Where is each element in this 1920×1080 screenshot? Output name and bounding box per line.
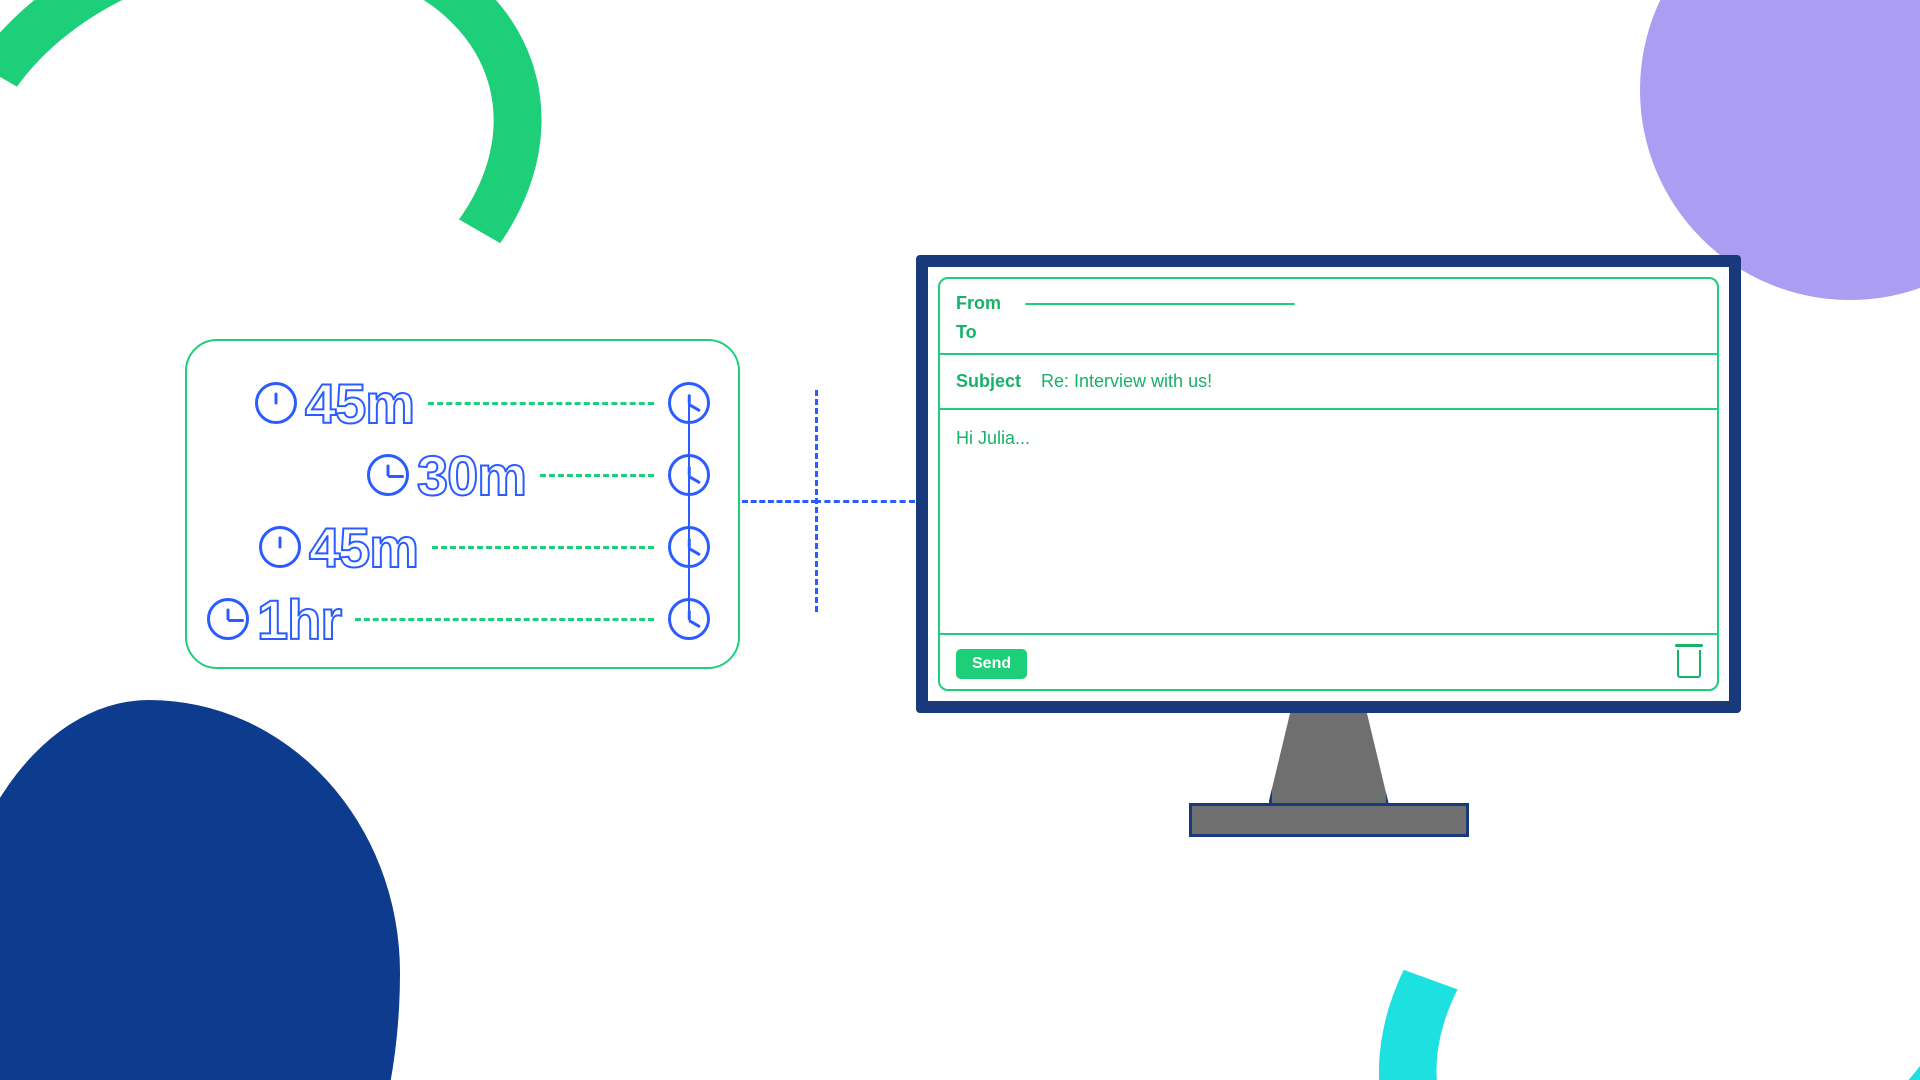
to-label: To xyxy=(956,322,977,343)
dashed-connector xyxy=(355,618,654,621)
clock-icon xyxy=(259,526,301,568)
email-from-row: From xyxy=(956,289,1701,318)
clock-icon xyxy=(668,382,710,424)
decor-blob-navy xyxy=(0,700,400,1080)
monitor-neck xyxy=(1269,713,1389,803)
duration-label: 30m xyxy=(417,443,526,508)
divider xyxy=(940,408,1717,410)
divider xyxy=(940,633,1717,635)
monitor: From To Subject Re: Interview with us! H… xyxy=(916,255,1741,855)
connector-dashed xyxy=(815,500,915,503)
clock-icon xyxy=(668,526,710,568)
dashed-connector xyxy=(540,474,654,477)
duration-label: 1hr xyxy=(257,587,341,652)
clock-icon xyxy=(668,454,710,496)
illustration-stage: 45m 30m 45m 1hr Fro xyxy=(0,0,1920,1080)
email-body[interactable]: Hi Julia... xyxy=(956,416,1701,627)
schedule-row: 1hr xyxy=(207,583,710,655)
trash-icon[interactable] xyxy=(1677,650,1701,678)
clock-icon xyxy=(255,382,297,424)
subject-value: Re: Interview with us! xyxy=(1041,371,1212,392)
divider xyxy=(940,353,1717,355)
clock-icon xyxy=(367,454,409,496)
send-button[interactable]: Send xyxy=(956,649,1027,679)
from-value-placeholder xyxy=(1025,303,1295,305)
monitor-base xyxy=(1189,803,1469,837)
clock-icon xyxy=(207,598,249,640)
email-footer: Send xyxy=(956,641,1701,679)
duration-label: 45m xyxy=(305,371,414,436)
duration-label: 45m xyxy=(309,515,418,580)
schedule-card: 45m 30m 45m 1hr xyxy=(185,339,740,669)
email-subject-row: Subject Re: Interview with us! xyxy=(956,361,1701,402)
subject-label: Subject xyxy=(956,371,1021,392)
monitor-bezel: From To Subject Re: Interview with us! H… xyxy=(916,255,1741,713)
schedule-row: 30m xyxy=(207,439,710,511)
email-to-row: To xyxy=(956,318,1701,347)
schedule-row: 45m xyxy=(207,367,710,439)
connector-dashed xyxy=(742,500,817,503)
dashed-connector xyxy=(428,402,654,405)
email-compose-window: From To Subject Re: Interview with us! H… xyxy=(938,277,1719,691)
schedule-row: 45m xyxy=(207,511,710,583)
from-label: From xyxy=(956,293,1001,314)
clock-icon xyxy=(668,598,710,640)
dashed-connector xyxy=(432,546,654,549)
